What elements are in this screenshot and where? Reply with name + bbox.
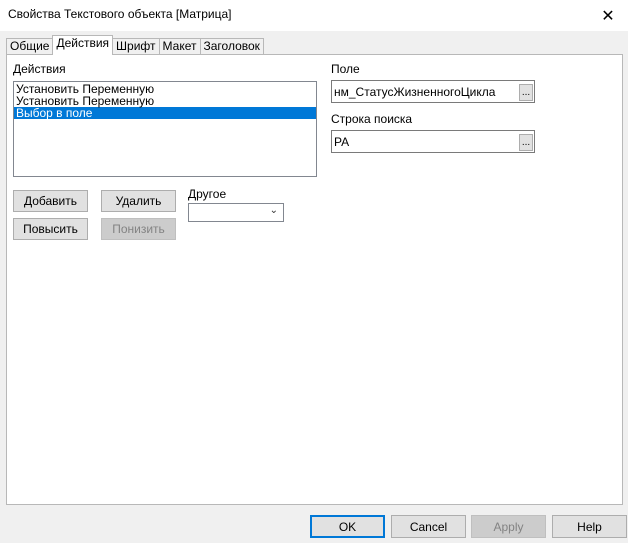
tab-actions[interactable]: Действия: [52, 35, 114, 55]
delete-button[interactable]: Удалить: [101, 190, 176, 212]
button-bar: OK Cancel Apply Help: [0, 505, 628, 543]
field-browse-button[interactable]: ...: [519, 84, 533, 101]
search-label: Строка поиска: [331, 112, 413, 126]
other-label: Другое: [188, 187, 227, 201]
window-title: Свойства Текстового объекта [Матрица]: [8, 7, 232, 21]
close-icon[interactable]: ✕: [588, 0, 628, 31]
tab-layout[interactable]: Макет: [158, 38, 201, 55]
help-button[interactable]: Help: [552, 515, 627, 538]
tab-font[interactable]: Шрифт: [112, 38, 160, 55]
search-browse-button[interactable]: ...: [519, 134, 533, 151]
tab-strip: Общие Действия Шрифт Макет Заголовок: [6, 35, 264, 55]
search-input[interactable]: PA ...: [331, 130, 535, 153]
field-label: Поле: [331, 62, 360, 76]
field-value: нм_СтатусЖизненногоЦикла: [334, 85, 496, 99]
title-bar: Свойства Текстового объекта [Матрица] ✕: [0, 0, 628, 31]
search-value: PA: [334, 135, 350, 149]
other-dropdown[interactable]: ⌄: [188, 203, 284, 222]
chevron-down-icon: ⌄: [269, 205, 278, 216]
list-item-selected[interactable]: Выбор в поле: [14, 107, 316, 119]
ok-button[interactable]: OK: [310, 515, 385, 538]
add-button[interactable]: Добавить: [13, 190, 88, 212]
tab-caption[interactable]: Заголовок: [199, 38, 264, 55]
actions-label: Действия: [13, 62, 66, 76]
apply-button: Apply: [471, 515, 546, 538]
actions-list[interactable]: Установить Переменную Установить Перемен…: [13, 81, 317, 177]
demote-button: Понизить: [101, 218, 176, 240]
promote-button[interactable]: Повысить: [13, 218, 88, 240]
field-input[interactable]: нм_СтатусЖизненногоЦикла ...: [331, 80, 535, 103]
cancel-button[interactable]: Cancel: [391, 515, 466, 538]
tab-general[interactable]: Общие: [6, 38, 54, 55]
